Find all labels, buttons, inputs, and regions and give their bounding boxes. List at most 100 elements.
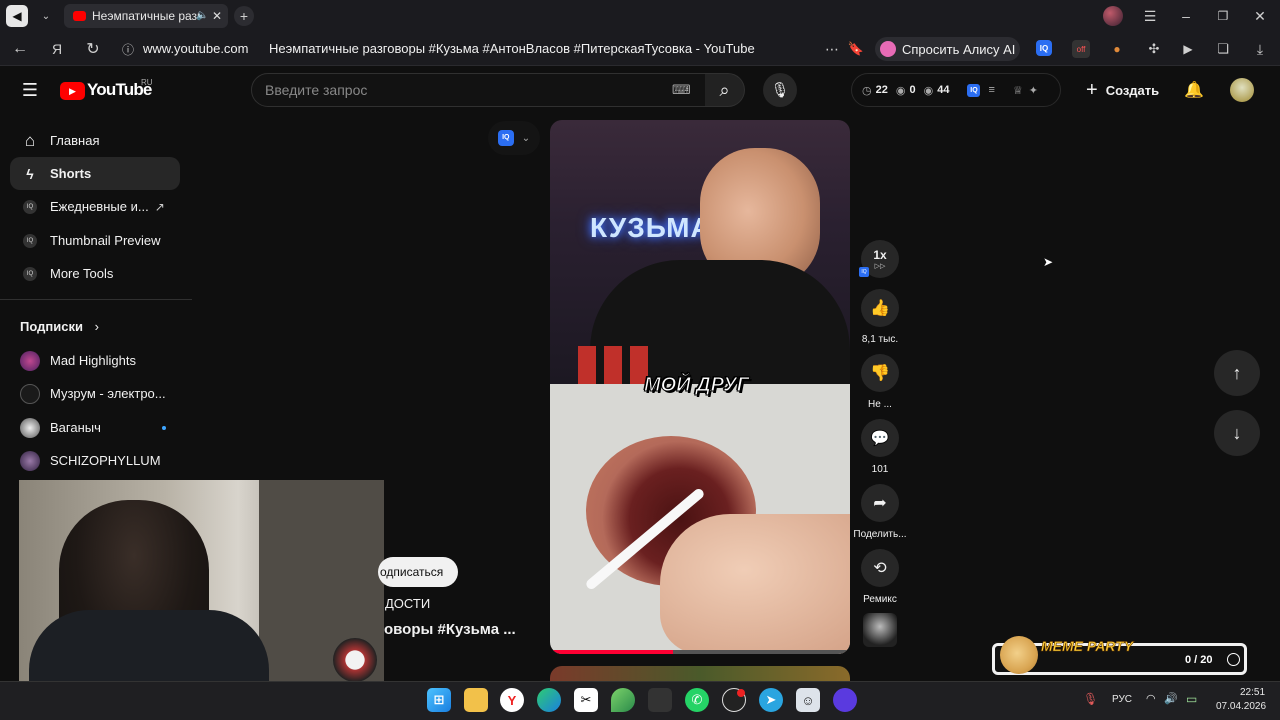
hamburger-menu-icon[interactable]: ☰	[18, 78, 42, 102]
collections-icon[interactable]: ❏	[1213, 39, 1233, 59]
chevron-right-icon: ›	[94, 319, 99, 334]
search-input[interactable]: Введите запрос ⌨	[251, 73, 706, 107]
iq-icon[interactable]: IQ	[967, 83, 981, 97]
app-cat-icon[interactable]: ☺	[796, 688, 820, 712]
subscription-item[interactable]: Mad Highlights	[10, 344, 180, 377]
video-sign: КУЗЬМА	[590, 212, 712, 243]
browser-menu-icon[interactable]: ◀	[6, 5, 28, 27]
iq-icon: IQ	[23, 233, 37, 248]
minimize-icon[interactable]: –	[1176, 6, 1196, 26]
list-icon[interactable]: ≡	[988, 84, 994, 96]
edge-icon[interactable]	[537, 688, 561, 712]
extensions-puzzle-icon[interactable]: ✣	[1144, 39, 1164, 59]
dislike-label: Не ...	[868, 399, 892, 410]
yandex-browser-icon[interactable]: Y	[500, 688, 524, 712]
back-icon[interactable]: ←	[9, 38, 31, 60]
trophy-icon[interactable]: ♕	[1013, 84, 1023, 97]
dislike-button[interactable]: 👎	[861, 354, 899, 392]
volume-icon[interactable]: 🔊	[1164, 692, 1178, 705]
url-domain[interactable]: www.youtube.com	[143, 41, 249, 56]
comments-button[interactable]: 💬	[861, 419, 899, 457]
shield-app-icon[interactable]	[611, 688, 635, 712]
iq-badge-icon: IQ	[859, 267, 869, 277]
whatsapp-icon[interactable]: ✆	[685, 688, 709, 712]
telegram-icon[interactable]: ➤	[759, 688, 783, 712]
eye-icon: ◉	[923, 84, 934, 97]
media-play-icon[interactable]: ▶	[1178, 39, 1198, 59]
youtube-logo[interactable]: ▶ YouTube RU	[60, 78, 160, 102]
webcam-sticker	[333, 638, 377, 682]
sidebar-divider	[0, 299, 192, 300]
microphone-icon: 🎙	[770, 82, 790, 99]
share-button[interactable]: ➦	[861, 484, 899, 522]
video-progress-track[interactable]	[550, 650, 850, 654]
tab-audio-icon[interactable]: 🔈	[196, 4, 208, 28]
bookmark-icon[interactable]: 🔖	[846, 38, 866, 60]
remix-button[interactable]: ⟲	[861, 549, 899, 587]
previous-short-button[interactable]: ↑	[1214, 350, 1260, 396]
create-button[interactable]: + Создать	[1080, 76, 1170, 104]
webcam-overlay	[19, 480, 384, 686]
sidebar-item-more-tools[interactable]: IQ More Tools	[10, 257, 180, 290]
clock-date[interactable]: 07.04.2026	[1216, 701, 1266, 712]
microphone-tray-icon[interactable]: 🎙	[1083, 692, 1098, 706]
meme-party-count: 0 / 20	[1185, 654, 1213, 666]
video-caption: МОЙ ДРУГ	[644, 374, 750, 397]
shorts-icon: ϟ	[26, 165, 34, 182]
keyboard-icon[interactable]: ⌨	[672, 74, 691, 106]
sidebar-item-shorts[interactable]: ϟ Shorts	[10, 157, 180, 190]
account-avatar[interactable]	[1230, 78, 1254, 102]
subscription-item[interactable]: SCHIZOPHYLLUM	[10, 444, 180, 477]
notifications-bell-icon[interactable]: 🔔	[1182, 78, 1206, 102]
subscription-item[interactable]: Ваганыч	[10, 411, 180, 444]
chevron-down-icon[interactable]: ⌄	[36, 6, 56, 26]
subscription-item[interactable]: Музрум - электро...	[10, 377, 180, 410]
clock-time[interactable]: 22:51	[1240, 687, 1265, 698]
like-count: 8,1 тыс.	[861, 334, 899, 345]
subscribe-button[interactable]: одписаться	[378, 557, 458, 587]
sidebar-item-daily[interactable]: IQ Ежедневные и... ↗	[10, 190, 180, 223]
capcut-icon[interactable]: ✂	[574, 688, 598, 712]
iq-dropdown-button[interactable]: IQ ⌄	[488, 121, 540, 155]
file-explorer-icon[interactable]	[464, 688, 488, 712]
share-icon: ➦	[873, 495, 887, 512]
search-icon: ⌕	[719, 79, 730, 100]
short-title[interactable]: оворы #Кузьма ...	[384, 621, 516, 638]
download-icon[interactable]: ⤓	[1250, 39, 1270, 59]
app-ring-icon[interactable]	[833, 688, 857, 712]
tab-close-icon[interactable]: ✕	[212, 4, 222, 28]
profile-avatar[interactable]	[1103, 6, 1123, 26]
sparkle-icon[interactable]: ✦	[1029, 84, 1038, 97]
voice-search-button[interactable]: 🎙	[763, 73, 797, 107]
browser-tab[interactable]: Неэмпатичные разг 🔈 ✕	[64, 4, 228, 28]
keyboard-language[interactable]: РУС	[1112, 694, 1132, 705]
extension-off-icon[interactable]: off	[1072, 40, 1090, 58]
site-info-icon[interactable]: ⓘ	[118, 39, 138, 59]
more-icon[interactable]: ⋯	[822, 38, 842, 60]
extension-fox-icon[interactable]: ●	[1108, 40, 1126, 58]
short-video-player[interactable]: КУЗЬМА МОЙ ДРУГ	[550, 120, 850, 654]
subscriptions-header[interactable]: Подписки ›	[20, 319, 99, 334]
windows-start-icon[interactable]: ⊞	[427, 688, 451, 712]
restore-icon[interactable]: ❐	[1213, 6, 1233, 26]
menu-lines-icon[interactable]: ☰	[1140, 6, 1160, 26]
obs-recording-dot	[737, 689, 745, 697]
yandex-icon[interactable]: Я	[46, 38, 68, 60]
search-button[interactable]: ⌕	[705, 73, 745, 107]
battery-icon[interactable]: ▭	[1186, 692, 1197, 706]
next-short-button[interactable]: ↓	[1214, 410, 1260, 456]
like-button[interactable]: 👍	[861, 289, 899, 327]
alice-button[interactable]: Спросить Алису AI	[875, 37, 1020, 61]
sound-thumbnail[interactable]	[863, 613, 897, 647]
sidebar-item-thumbnail-preview[interactable]: IQ Thumbnail Preview	[10, 224, 180, 257]
channel-name[interactable]: ДОСТИ	[385, 596, 430, 611]
wifi-icon[interactable]: ◠	[1146, 692, 1156, 705]
thumbs-up-icon: 👍	[870, 300, 890, 317]
iq-extension-icon[interactable]: IQ	[1036, 40, 1052, 56]
close-window-icon[interactable]: ✕	[1250, 6, 1270, 26]
game-app-icon[interactable]	[648, 688, 672, 712]
new-tab-icon[interactable]: +	[234, 6, 254, 26]
remix-icon: ⟲	[873, 560, 887, 577]
sidebar-item-home[interactable]: ⌂ Главная	[10, 124, 180, 157]
reload-icon[interactable]: ↻	[82, 38, 104, 60]
